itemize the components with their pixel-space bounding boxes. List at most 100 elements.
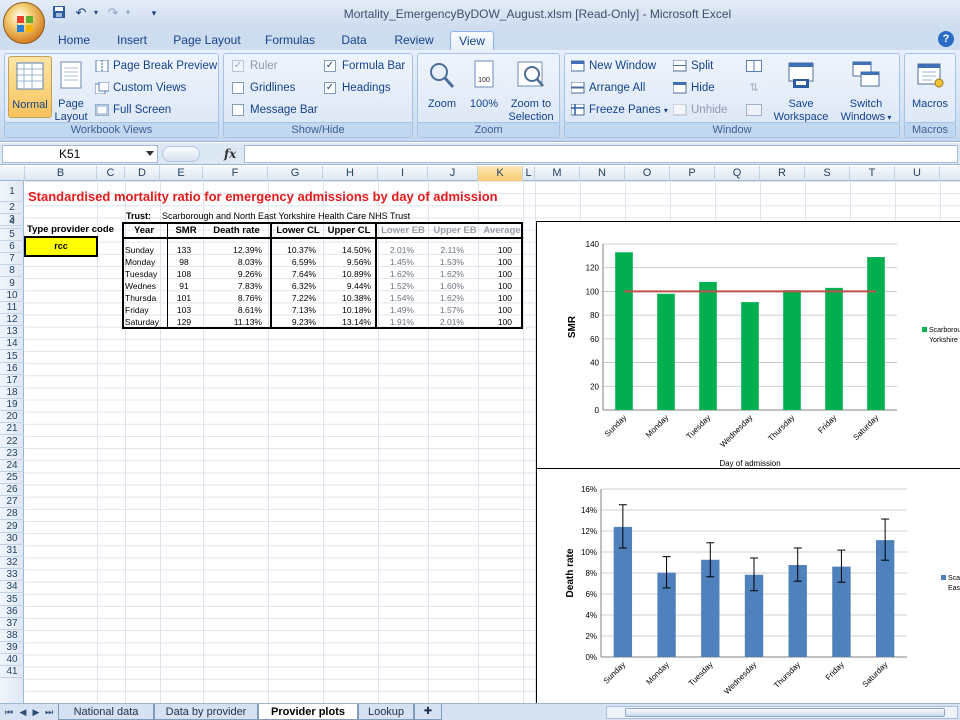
table-cell[interactable]: 8.76% — [208, 292, 262, 304]
table-cell[interactable]: 1.52% — [380, 280, 414, 292]
table-cell[interactable]: 2.11% — [432, 244, 464, 256]
last-sheet-icon[interactable]: ⏭ — [44, 707, 54, 718]
sheet-tab-lookup[interactable]: Lookup — [358, 704, 414, 720]
formula-bar-checkbox[interactable]: ✓ Formula Bar — [324, 57, 405, 75]
table-cell[interactable]: Thursda — [125, 292, 161, 304]
table-cell[interactable]: 8.03% — [208, 256, 262, 268]
row-header[interactable]: 27 — [0, 496, 24, 509]
table-cell[interactable]: 10.89% — [329, 268, 371, 280]
column-header-l[interactable]: L — [523, 166, 535, 181]
table-cell[interactable]: 100 — [484, 292, 512, 304]
row-header[interactable]: 38 — [0, 630, 24, 642]
row-header[interactable]: 9 — [0, 278, 24, 290]
row-header[interactable]: 15 — [0, 351, 24, 363]
row-header[interactable]: 30 — [0, 533, 24, 545]
column-header-q[interactable]: Q — [715, 166, 760, 181]
save-workspace-button[interactable]: Save Workspace — [769, 56, 833, 124]
table-cell[interactable]: 1.62% — [432, 292, 464, 304]
table-cell[interactable]: 1.53% — [432, 256, 464, 268]
gridlines-checkbox[interactable]: Gridlines — [232, 79, 295, 97]
arrange-all-button[interactable]: Arrange All — [571, 79, 645, 97]
column-header-r[interactable]: R — [760, 166, 805, 181]
row-header[interactable]: 36 — [0, 606, 24, 618]
provider-code-input[interactable]: rcc — [24, 236, 98, 257]
tab-data[interactable]: Data — [332, 31, 376, 50]
table-cell[interactable]: 133 — [169, 244, 199, 256]
row-header[interactable]: 11 — [0, 302, 24, 314]
normal-view-button[interactable]: Normal — [8, 56, 52, 118]
table-cell[interactable]: 103 — [169, 304, 199, 316]
zoom-button[interactable]: Zoom — [422, 56, 462, 111]
new-window-button[interactable]: New Window — [571, 57, 656, 75]
row-header[interactable]: 4 — [0, 214, 24, 229]
office-button[interactable] — [3, 2, 45, 44]
table-cell[interactable]: 100 — [484, 304, 512, 316]
table-cell[interactable]: 7.83% — [208, 280, 262, 292]
headings-checkbox[interactable]: ✓ Headings — [324, 79, 391, 97]
previous-sheet-icon[interactable]: ◀ — [18, 707, 28, 718]
column-header-i[interactable]: I — [378, 166, 428, 181]
full-screen-button[interactable]: Full Screen — [95, 101, 171, 119]
message-bar-checkbox[interactable]: Message Bar — [232, 101, 318, 119]
row-header[interactable]: 2 — [0, 202, 24, 214]
column-header-k[interactable]: K — [478, 166, 523, 181]
row-header[interactable]: 7 — [0, 253, 24, 266]
table-cell[interactable]: 12.39% — [208, 244, 262, 256]
ruler-checkbox[interactable]: ✓ Ruler — [232, 57, 277, 75]
row-header[interactable]: 28 — [0, 508, 24, 521]
reset-window-position-icon[interactable] — [746, 104, 762, 116]
row-header[interactable]: 40 — [0, 654, 24, 667]
row-header[interactable]: 10 — [0, 290, 24, 302]
row-header[interactable]: 21 — [0, 423, 24, 436]
column-header-h[interactable]: H — [323, 166, 378, 181]
first-sheet-icon[interactable]: ⏮ — [4, 707, 14, 718]
column-header-u[interactable]: U — [895, 166, 940, 181]
table-cell[interactable]: 7.13% — [274, 304, 316, 316]
split-button[interactable]: Split — [673, 57, 713, 75]
table-cell[interactable]: 1.45% — [380, 256, 414, 268]
table-cell[interactable]: 129 — [169, 316, 199, 328]
row-header[interactable]: 35 — [0, 594, 24, 606]
sheet-tab-data-by-provider[interactable]: Data by provider — [154, 704, 258, 720]
row-header[interactable]: 26 — [0, 484, 24, 497]
column-header-o[interactable]: O — [625, 166, 670, 181]
row-header[interactable]: 19 — [0, 399, 24, 412]
column-header-d[interactable]: D — [125, 166, 160, 181]
table-cell[interactable]: 100 — [484, 316, 512, 328]
table-cell[interactable]: 1.62% — [432, 268, 464, 280]
table-cell[interactable]: 1.49% — [380, 304, 414, 316]
table-cell[interactable]: 1.57% — [432, 304, 464, 316]
sheet-tab-provider-plots[interactable]: Provider plots — [258, 704, 358, 720]
horizontal-scrollbar[interactable] — [606, 706, 958, 719]
tab-review[interactable]: Review — [386, 31, 442, 50]
row-header[interactable]: 32 — [0, 557, 24, 570]
row-header[interactable]: 25 — [0, 472, 24, 484]
column-header-c[interactable]: C — [97, 166, 125, 181]
column-header-p[interactable]: P — [670, 166, 715, 181]
row-header[interactable]: 22 — [0, 436, 24, 448]
column-header-t[interactable]: T — [850, 166, 895, 181]
table-cell[interactable]: 100 — [484, 268, 512, 280]
row-header[interactable]: 24 — [0, 460, 24, 472]
table-cell[interactable]: 100 — [484, 280, 512, 292]
tab-view[interactable]: View — [450, 31, 494, 50]
smr-chart[interactable]: 0 20 40 60 80 100 120 140 Sunday Monday Tuesday Wed… — [536, 221, 960, 469]
column-header-n[interactable]: N — [580, 166, 625, 181]
table-cell[interactable]: 6.32% — [274, 280, 316, 292]
table-cell[interactable]: 7.22% — [274, 292, 316, 304]
row-header[interactable]: 17 — [0, 375, 24, 387]
row-header[interactable]: 29 — [0, 521, 24, 533]
table-cell[interactable]: 1.62% — [380, 268, 414, 280]
table-cell[interactable]: 1.54% — [380, 292, 414, 304]
table-cell[interactable]: Saturday — [125, 316, 161, 328]
tab-page-layout[interactable]: Page Layout — [166, 31, 248, 50]
next-sheet-icon[interactable]: ▶ — [31, 707, 41, 718]
table-cell[interactable]: 1.91% — [380, 316, 414, 328]
freeze-panes-button[interactable]: Freeze Panes ▾ — [571, 101, 668, 119]
table-cell[interactable]: Tuesday — [125, 268, 161, 280]
row-header[interactable]: 23 — [0, 448, 24, 460]
table-cell[interactable]: 9.44% — [329, 280, 371, 292]
row-header[interactable]: 34 — [0, 581, 24, 594]
row-header[interactable]: 41 — [0, 666, 24, 679]
table-cell[interactable]: 2.01% — [380, 244, 414, 256]
